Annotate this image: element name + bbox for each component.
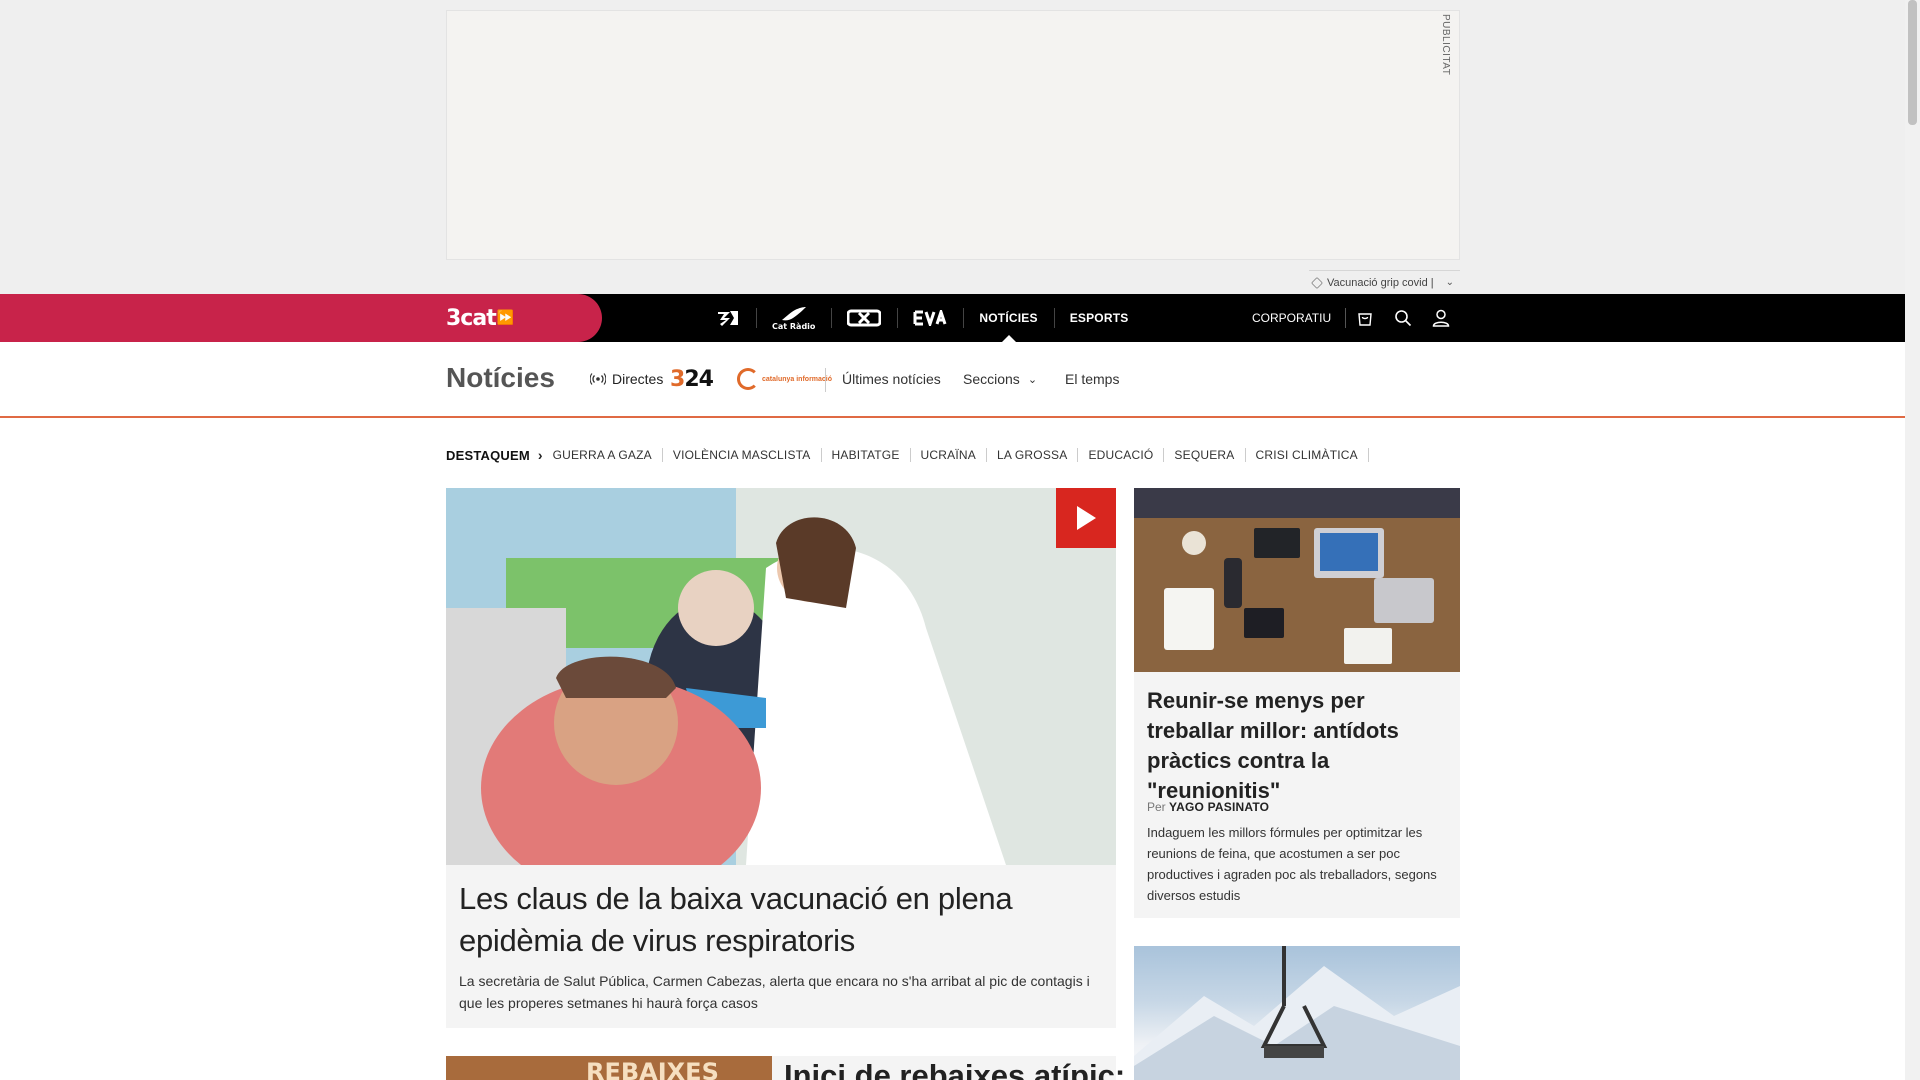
catradio-label: Cat Ràdio: [772, 321, 816, 331]
destaquem-item[interactable]: LA GROSSA: [987, 448, 1079, 462]
eva-logo-icon: [913, 310, 947, 326]
sx3-logo-icon: [847, 309, 882, 327]
search-hint-text: Vacunació grip covid |: [1327, 276, 1434, 289]
brand-name: 3cat: [446, 306, 497, 331]
author-name[interactable]: YAGO PASINATO: [1169, 800, 1269, 814]
destaquem-item[interactable]: VIOLÈNCIA MASCLISTA: [663, 448, 822, 462]
chevron-down-icon: ⌄: [1027, 373, 1038, 386]
search-icon: [1395, 310, 1412, 327]
seccions-label: Seccions: [963, 371, 1020, 387]
logo-324-text: 24: [684, 367, 714, 392]
brand-logo[interactable]: 3cat⏩: [446, 306, 514, 331]
top-navigation: 3cat⏩ Cat Ràdio NOTÍCIES ESPORTS CORPORA…: [0, 294, 1905, 342]
destaquem-item[interactable]: GUERRA A GAZA: [553, 448, 663, 462]
user-icon: [1432, 309, 1450, 327]
destaquem-item[interactable]: HABITATGE: [822, 448, 911, 462]
user-button[interactable]: [1422, 294, 1460, 342]
tag-icon: [1311, 276, 1323, 289]
destaquem-bar: DESTAQUEM › GUERRA A GAZA VIOLÈNCIA MASC…: [446, 446, 1369, 464]
channel-eva[interactable]: [897, 294, 963, 342]
mountain-photo: [1134, 946, 1460, 1080]
lower-story-card[interactable]: Inici de rebaixes atípic:: [772, 1056, 1125, 1080]
lower-story-image[interactable]: REBAIXES: [446, 1056, 772, 1080]
ad-band: PUBLICITAT Vacunació grip covid | ⌄: [0, 0, 1905, 294]
destaquem-label[interactable]: DESTAQUEM: [446, 448, 530, 463]
ski-story-image[interactable]: [1134, 946, 1460, 1080]
channel-sx3[interactable]: [831, 294, 897, 342]
side-story-byline: Per YAGO PASINATO: [1147, 800, 1269, 814]
channel-tv3[interactable]: [700, 294, 756, 342]
live-broadcast-icon: [590, 373, 606, 385]
tv3-logo-icon: [718, 311, 738, 326]
page-scrollbar[interactable]: [1905, 0, 1920, 1080]
main-story-title[interactable]: Les claus de la baixa vacunació en plena…: [459, 878, 1099, 962]
shop-button[interactable]: [1346, 294, 1384, 342]
main-story-card[interactable]: Les claus de la baixa vacunació en plena…: [446, 488, 1116, 1028]
byline-prefix: Per: [1147, 800, 1166, 814]
destaquem-item[interactable]: SEQUERA: [1164, 448, 1246, 462]
brand-arrow-icon: ⏩: [496, 310, 514, 326]
nav-right: CORPORATIU: [1240, 294, 1460, 342]
shopping-bag-icon: [1358, 313, 1372, 326]
play-icon: [1077, 506, 1096, 530]
side-story-image[interactable]: [1134, 488, 1460, 672]
meeting-photo: [1134, 488, 1460, 672]
link-el-temps[interactable]: El temps: [1065, 371, 1119, 387]
directes-link[interactable]: Directes: [590, 371, 663, 387]
logo-ci-text: catalunya informació: [762, 375, 833, 383]
side-story-title[interactable]: Reunir-se menys per treballar millor: an…: [1147, 686, 1447, 806]
channel-catradio[interactable]: Cat Ràdio: [756, 294, 831, 342]
play-button[interactable]: [1056, 488, 1116, 548]
nav-esports[interactable]: ESPORTS: [1053, 294, 1145, 342]
section-header: Notícies Directes 324 catalunya informac…: [0, 342, 1905, 418]
scrollbar-thumb[interactable]: [1908, 0, 1917, 125]
side-story-card[interactable]: Reunir-se menys per treballar millor: an…: [1134, 488, 1460, 918]
main-story-subtitle: La secretària de Salut Pública, Carmen C…: [459, 973, 1090, 1011]
ad-slot[interactable]: [446, 10, 1460, 260]
divider: [825, 368, 826, 392]
destaquem-item[interactable]: EDUCACIÓ: [1078, 448, 1165, 462]
side-story-subtitle: Indaguem les millors fórmules per optimi…: [1147, 825, 1437, 903]
link-ultimes-noticies[interactable]: Últimes notícies: [842, 371, 941, 387]
directes-label: Directes: [612, 371, 664, 387]
channel-list: Cat Ràdio NOTÍCIES ESPORTS: [700, 294, 1144, 342]
destaquem-item[interactable]: CRISI CLIMÀTICA: [1246, 448, 1369, 462]
seccions-dropdown[interactable]: Seccions ⌄: [963, 371, 1037, 387]
logo-catalunya-informacio[interactable]: catalunya informació: [737, 368, 832, 390]
page-title[interactable]: Notícies: [446, 362, 555, 394]
ad-label: PUBLICITAT: [1440, 14, 1451, 76]
lower-story-image-text: REBAIXES: [586, 1058, 719, 1080]
destaquem-item[interactable]: UCRAÏNA: [911, 448, 987, 462]
catradio-logo-icon: [781, 306, 806, 320]
chevron-right-icon: ›: [537, 447, 543, 463]
nav-noticies[interactable]: NOTÍCIES: [963, 294, 1053, 342]
search-button[interactable]: [1384, 294, 1422, 342]
logo-324[interactable]: 324: [670, 367, 714, 392]
lower-story-title[interactable]: Inici de rebaixes atípic:: [784, 1058, 1125, 1080]
ci-circle-icon: [737, 368, 759, 390]
vaccination-photo: [446, 488, 1116, 865]
main-story-image[interactable]: [446, 488, 1116, 865]
nav-corporatiu[interactable]: CORPORATIU: [1252, 308, 1347, 328]
chevron-down-icon: ⌄: [1445, 277, 1454, 288]
search-hint[interactable]: Vacunació grip covid | ⌄: [1309, 270, 1460, 294]
